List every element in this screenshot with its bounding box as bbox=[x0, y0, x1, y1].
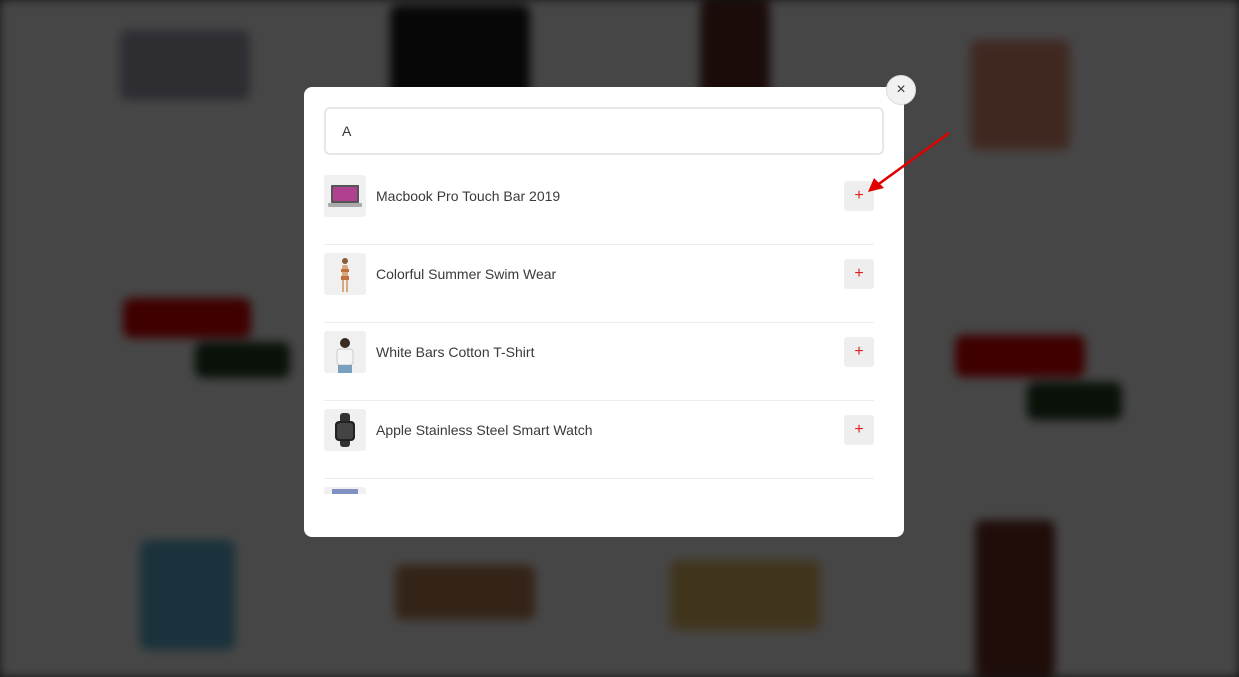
product-name: White Bars Cotton T-Shirt bbox=[376, 344, 535, 360]
list-item: Apple Stainless Steel Smart Watch + bbox=[324, 401, 874, 479]
annotation-arrow-icon bbox=[868, 131, 950, 192]
product-name: Colorful Summer Swim Wear bbox=[376, 266, 557, 282]
list-item bbox=[324, 479, 874, 494]
list-item: Colorful Summer Swim Wear + bbox=[324, 245, 874, 323]
add-product-button[interactable]: + bbox=[844, 337, 874, 367]
product-thumbnail bbox=[324, 331, 366, 373]
list-item: Macbook Pro Touch Bar 2019 + bbox=[324, 167, 874, 245]
close-modal-button[interactable]: × bbox=[886, 75, 916, 105]
product-thumbnail bbox=[324, 175, 366, 217]
add-product-button[interactable]: + bbox=[844, 259, 874, 289]
add-product-button[interactable]: + bbox=[844, 415, 874, 445]
product-thumbnail bbox=[324, 487, 366, 494]
product-name: Apple Stainless Steel Smart Watch bbox=[376, 422, 593, 438]
product-search-modal: Macbook Pro Touch Bar 2019 + Colorful Su… bbox=[304, 87, 904, 537]
product-results-list[interactable]: Macbook Pro Touch Bar 2019 + Colorful Su… bbox=[324, 167, 874, 494]
close-icon: × bbox=[896, 81, 906, 98]
search-input[interactable] bbox=[324, 107, 884, 155]
product-name: Macbook Pro Touch Bar 2019 bbox=[376, 188, 561, 204]
product-thumbnail bbox=[324, 253, 366, 295]
product-thumbnail bbox=[324, 409, 366, 451]
list-item: White Bars Cotton T-Shirt + bbox=[324, 323, 874, 401]
